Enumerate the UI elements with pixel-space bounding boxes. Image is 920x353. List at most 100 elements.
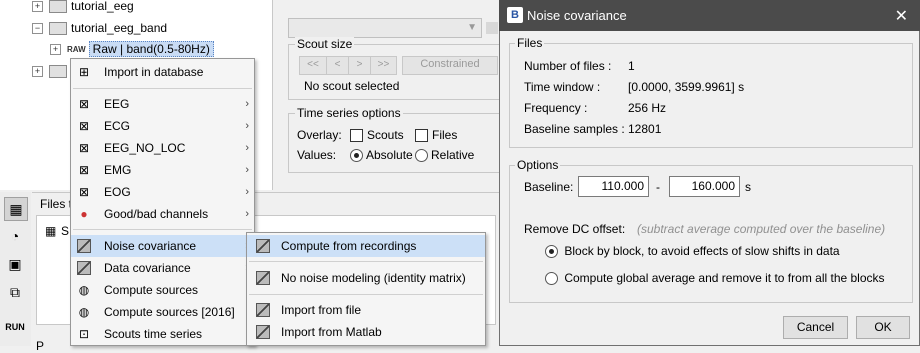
display-icon[interactable]: ▣ xyxy=(4,253,26,275)
menu-item-compute-sources-2016[interactable]: ◍ Compute sources [2016] xyxy=(71,301,254,323)
frequency-value: 256 Hz xyxy=(628,101,667,115)
dialog-title: Noise covariance xyxy=(527,8,627,23)
brainstorm-logo-icon: B xyxy=(507,7,523,23)
source-dropdown[interactable]: ▼ xyxy=(288,18,482,38)
number-of-files-value: 1 xyxy=(628,59,635,73)
checkbox-box[interactable] xyxy=(350,129,363,143)
noise-covariance-submenu: Compute from recordings No noise modelin… xyxy=(246,232,486,346)
menu-item-import-from-file[interactable]: Import from file xyxy=(247,299,485,321)
ok-button[interactable]: OK xyxy=(856,316,910,339)
menu-item-scouts-time-series[interactable]: ⊡ Scouts time series xyxy=(71,323,254,345)
baseline-dash: - xyxy=(656,180,660,194)
radio-dot[interactable] xyxy=(545,272,558,286)
submenu-arrow-icon: › xyxy=(245,120,249,132)
remove-dc-offset-hint: (subtract average computed over the base… xyxy=(637,222,886,236)
import-icon: ⊞ xyxy=(78,65,90,79)
next-button[interactable]: > xyxy=(348,56,371,75)
menu-item-ecg[interactable]: ⊠ ECG › xyxy=(71,115,254,137)
brain-icon: ◍ xyxy=(78,305,90,319)
menu-separator xyxy=(73,88,252,89)
raw-file-icon: RAW xyxy=(67,44,86,54)
baseline-start-input[interactable]: 110.000 xyxy=(578,176,649,197)
radio-dot[interactable] xyxy=(350,149,363,163)
folder-icon[interactable] xyxy=(486,22,498,34)
time-window-value: [0.0000, 3599.9961] s xyxy=(628,80,745,94)
radio-dot[interactable] xyxy=(545,245,558,259)
dialog-titlebar[interactable]: B Noise covariance ✕ xyxy=(499,0,920,31)
tree-node-label: tutorial_eeg_band xyxy=(71,21,168,35)
time-series-options-group: Time series options xyxy=(288,106,500,173)
frequency-label: Frequency : xyxy=(524,101,588,115)
section-title: Options xyxy=(515,158,561,172)
menu-item-good-bad-channels[interactable]: ● Good/bad channels › xyxy=(71,203,254,225)
radio-dot[interactable] xyxy=(415,149,428,163)
baseline-label: Baseline: xyxy=(524,180,574,194)
menu-separator xyxy=(249,294,483,295)
database-icon[interactable]: ▦ xyxy=(4,197,28,221)
menu-item-import-from-matlab[interactable]: Import from Matlab xyxy=(247,321,485,343)
menu-item-import-in-database[interactable]: ⊞ Import in database xyxy=(71,61,254,83)
cancel-button[interactable]: Cancel xyxy=(783,316,848,339)
close-icon[interactable]: ✕ xyxy=(895,6,908,26)
remove-dc-offset-label: Remove DC offset: xyxy=(524,222,626,236)
menu-item-eeg-no-loc[interactable]: ⊠ EEG_NO_LOC › xyxy=(71,137,254,159)
last-button[interactable]: >> xyxy=(370,56,397,75)
tree-node-raw-band[interactable]: + RAW Raw | band(0.5-80Hz) xyxy=(50,40,214,58)
brain-icon[interactable]: ◔ xyxy=(4,225,26,247)
radio-label: Compute global average and remove it to … xyxy=(564,271,885,285)
scouts-checkbox[interactable]: Scouts xyxy=(350,128,404,143)
menu-item-noise-covariance[interactable]: Noise covariance› xyxy=(71,235,254,257)
collapse-icon[interactable]: − xyxy=(32,23,43,35)
baseline-unit: s xyxy=(745,180,751,194)
folder-icon xyxy=(49,65,67,79)
good-bad-icon: ● xyxy=(80,207,88,221)
files-bottom-label: P xyxy=(36,339,45,353)
dc-block-by-block-radio[interactable]: Block by block, to avoid effects of slow… xyxy=(545,244,840,259)
matrix-icon xyxy=(77,261,91,275)
first-button[interactable]: << xyxy=(299,56,327,75)
expand-icon[interactable]: + xyxy=(32,66,43,78)
absolute-radio[interactable]: Absolute xyxy=(350,148,413,163)
submenu-arrow-icon: › xyxy=(245,142,249,154)
prev-button[interactable]: < xyxy=(326,56,349,75)
run-button[interactable]: RUN xyxy=(4,316,26,338)
radio-label: Absolute xyxy=(366,148,413,162)
tree-node-tutorial-eeg[interactable]: + tutorial_eeg xyxy=(32,0,134,15)
tree-node-tutorial-eeg-band[interactable]: − tutorial_eeg_band xyxy=(32,19,167,37)
constrained-button[interactable]: Constrained xyxy=(402,56,498,75)
baseline-samples-label: Baseline samples : xyxy=(524,122,625,136)
checkbox-label: Scouts xyxy=(367,128,404,142)
matrix-icon xyxy=(77,239,91,253)
menu-item-no-noise-modeling[interactable]: No noise modeling (identity matrix) xyxy=(247,267,485,289)
scout-icon: ⊡ xyxy=(78,327,90,341)
pages-icon[interactable]: ⧉ xyxy=(4,281,26,303)
baseline-end-input[interactable]: 160.000 xyxy=(669,176,740,197)
overlay-label: Overlay: xyxy=(297,128,342,142)
section-title: Files xyxy=(515,36,545,50)
brain-icon: ◍ xyxy=(78,283,90,297)
files-row-label: S xyxy=(61,224,70,238)
checkbox-box[interactable] xyxy=(415,129,428,143)
folder-icon xyxy=(49,22,67,36)
submenu-arrow-icon: › xyxy=(245,208,249,220)
context-menu: ⊞ Import in database ⊠ EEG › ⊠ ECG › ⊠ EEG_NO_… xyxy=(70,58,255,346)
relative-radio[interactable]: Relative xyxy=(415,148,474,163)
menu-separator xyxy=(249,261,483,262)
dc-global-average-radio[interactable]: Compute global average and remove it to … xyxy=(545,271,885,286)
menu-item-data-covariance[interactable]: Data covariance› xyxy=(71,257,254,279)
menu-item-eog[interactable]: ⊠ EOG › xyxy=(71,181,254,203)
expand-icon[interactable]: + xyxy=(50,44,61,56)
menu-separator xyxy=(73,229,252,230)
menu-item-eeg[interactable]: ⊠ EEG › xyxy=(71,93,254,115)
baseline-samples-value: 12801 xyxy=(628,122,662,136)
files-tab[interactable]: Files t xyxy=(40,197,72,211)
expand-icon[interactable]: + xyxy=(32,1,43,13)
menu-item-compute-from-recordings[interactable]: Compute from recordings xyxy=(247,235,485,257)
matrix-icon xyxy=(256,239,270,253)
matrix-icon xyxy=(256,271,270,285)
channel-icon: ⊠ xyxy=(78,119,90,133)
menu-item-emg[interactable]: ⊠ EMG › xyxy=(71,159,254,181)
menu-item-compute-sources[interactable]: ◍ Compute sources xyxy=(71,279,254,301)
submenu-arrow-icon: › xyxy=(245,98,249,110)
files-checkbox[interactable]: Files xyxy=(415,128,457,143)
